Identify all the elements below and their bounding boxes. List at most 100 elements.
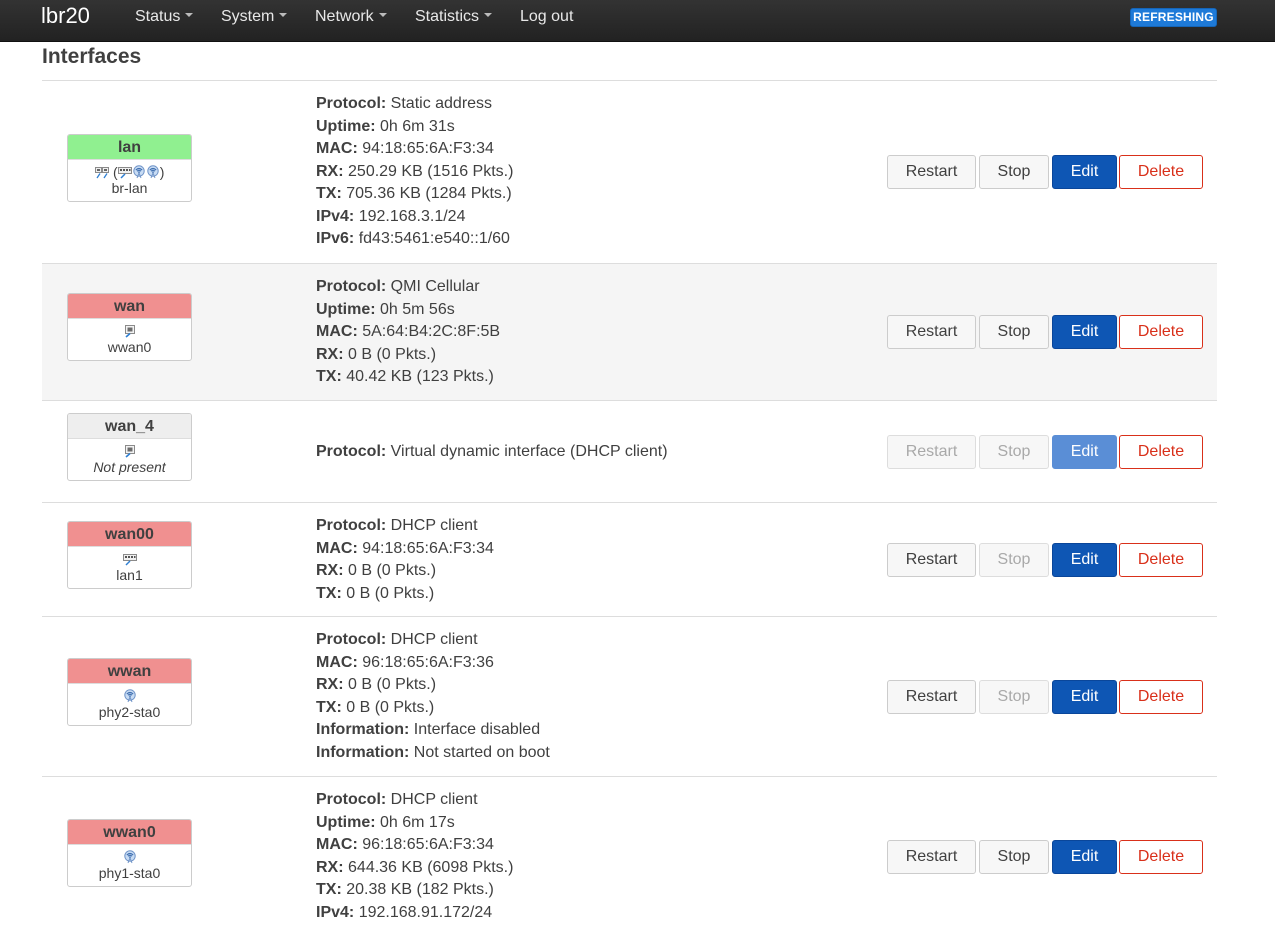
- restart-button[interactable]: Restart: [887, 840, 976, 874]
- interface-name: lan: [68, 135, 191, 160]
- interface-row-wwan0: wwan0 phy1-sta0 Protocol: DHCP client Up…: [42, 777, 1217, 939]
- interface-icons: [68, 319, 191, 339]
- nav-menu-label: Network: [315, 8, 374, 25]
- restart-button[interactable]: Restart: [887, 155, 976, 189]
- detail-line: Protocol: QMI Cellular: [316, 278, 480, 295]
- stop-button[interactable]: Stop: [979, 315, 1049, 349]
- interface-details: Protocol: DHCP client Uptime: 0h 6m 17s …: [316, 789, 513, 924]
- detail-line: RX: 644.36 KB (6098 Pkts.): [316, 858, 514, 876]
- detail-line: IPv6: fd43:5461:e540::1/60: [316, 230, 510, 247]
- delete-button[interactable]: Delete: [1119, 543, 1203, 577]
- interface-row-lan: lan () br-lan Protocol: Static address U…: [42, 81, 1217, 264]
- top-navbar: lbr20 Status System Network Statistics L…: [0, 0, 1275, 42]
- nav-menu-label: System: [221, 8, 275, 25]
- restart-button[interactable]: Restart: [887, 315, 976, 349]
- detail-line: Protocol: DHCP client: [316, 517, 478, 534]
- nav-menu-label: Status: [135, 8, 181, 25]
- ethernet-port-icon: [123, 324, 137, 338]
- interface-details: Protocol: DHCP client MAC: 94:18:65:6A:F…: [316, 515, 494, 605]
- detail-line: Uptime: 0h 6m 17s: [316, 813, 455, 831]
- caret-down-icon: [279, 12, 288, 17]
- detail-line: TX: 40.42 KB (123 Pkts.): [316, 368, 494, 385]
- detail-line: RX: 0 B (0 Pkts.): [316, 676, 437, 693]
- stop-button[interactable]: Stop: [979, 435, 1049, 469]
- interface-icons: [68, 547, 191, 567]
- interface-badge-wan00: wan00 lan1: [67, 521, 192, 589]
- detail-line: MAC: 94:18:65:6A:F3:34: [316, 539, 494, 557]
- interface-device: phy2-sta0: [98, 704, 161, 720]
- detail-line: TX: 705.36 KB (1284 Pkts.): [316, 185, 512, 202]
- detail-line: IPv4: 192.168.91.172/24: [316, 903, 493, 921]
- edit-button[interactable]: Edit: [1052, 680, 1117, 714]
- stop-button[interactable]: Stop: [979, 840, 1049, 874]
- delete-button[interactable]: Delete: [1119, 435, 1203, 469]
- interface-row-wan00: wan00 lan1 Protocol: DHCP client MAC: 94…: [42, 503, 1217, 617]
- interface-name: wan: [68, 294, 191, 319]
- nav-menu-status[interactable]: Status: [135, 8, 194, 26]
- interface-row-wan_4: wan_4 Not present Protocol: Virtual dyna…: [42, 401, 1217, 503]
- interface-icons: (): [68, 160, 191, 180]
- interface-actions: Restart Stop Edit Delete: [887, 435, 1207, 469]
- detail-line: Protocol: Virtual dynamic interface (DHC…: [316, 443, 668, 460]
- brand-logo[interactable]: lbr20: [41, 2, 90, 30]
- interface-actions: Restart Stop Edit Delete: [887, 840, 1207, 874]
- interface-actions: Restart Stop Edit Delete: [887, 680, 1207, 714]
- bridge-icon: [95, 165, 109, 179]
- caret-down-icon: [378, 12, 387, 17]
- nav-menu-statistics[interactable]: Statistics: [415, 8, 493, 26]
- interface-icons: [68, 845, 191, 865]
- delete-button[interactable]: Delete: [1119, 315, 1203, 349]
- nav-menu-network[interactable]: Network: [315, 8, 387, 26]
- interface-actions: Restart Stop Edit Delete: [887, 155, 1207, 189]
- interface-device: wwan0: [107, 339, 152, 355]
- ethernet-switch-icon: [123, 552, 137, 566]
- stop-button[interactable]: Stop: [979, 680, 1049, 714]
- edit-button[interactable]: Edit: [1052, 155, 1117, 189]
- edit-button[interactable]: Edit: [1052, 543, 1117, 577]
- wifi-icon: [132, 165, 146, 179]
- restart-button[interactable]: Restart: [887, 680, 976, 714]
- interface-badge-wan: wan wwan0: [67, 293, 192, 361]
- interface-icons: [68, 439, 191, 459]
- stop-button[interactable]: Stop: [979, 543, 1049, 577]
- edit-button[interactable]: Edit: [1052, 840, 1117, 874]
- ethernet-port-icon: [123, 444, 137, 458]
- restart-button[interactable]: Restart: [887, 543, 976, 577]
- delete-button[interactable]: Delete: [1119, 840, 1203, 874]
- edit-button[interactable]: Edit: [1052, 435, 1117, 469]
- interface-icons: [68, 684, 191, 704]
- detail-line: MAC: 96:18:65:6A:F3:36: [316, 653, 494, 671]
- refreshing-badge[interactable]: REFRESHING: [1130, 8, 1217, 27]
- caret-down-icon: [484, 12, 493, 17]
- ethernet-switch-icon: [118, 165, 132, 179]
- nav-menu-system[interactable]: System: [221, 8, 288, 26]
- detail-line: IPv4: 192.168.3.1/24: [316, 207, 466, 225]
- interface-badge-wwan0: wwan0 phy1-sta0: [67, 819, 192, 887]
- interface-badge-lan: lan () br-lan: [67, 134, 192, 202]
- interface-details: Protocol: Virtual dynamic interface (DHC…: [316, 441, 668, 464]
- nav-logout-link[interactable]: Log out: [520, 8, 573, 26]
- detail-line: TX: 20.38 KB (182 Pkts.): [316, 881, 494, 898]
- wifi-icon: [123, 850, 137, 864]
- interface-details: Protocol: DHCP client MAC: 96:18:65:6A:F…: [316, 629, 550, 764]
- interface-details: Protocol: Static address Uptime: 0h 6m 3…: [316, 93, 513, 251]
- edit-button[interactable]: Edit: [1052, 315, 1117, 349]
- detail-line: Protocol: DHCP client: [316, 631, 478, 648]
- interface-row-wwan: wwan phy2-sta0 Protocol: DHCP client MAC…: [42, 617, 1217, 777]
- detail-line: TX: 0 B (0 Pkts.): [316, 584, 435, 602]
- detail-line: Uptime: 0h 6m 31s: [316, 117, 455, 135]
- detail-line: MAC: 94:18:65:6A:F3:34: [316, 140, 494, 157]
- detail-line: TX: 0 B (0 Pkts.): [316, 698, 435, 716]
- interface-name: wan_4: [68, 414, 191, 439]
- interface-device: lan1: [116, 567, 143, 583]
- delete-button[interactable]: Delete: [1119, 155, 1203, 189]
- detail-line: RX: 0 B (0 Pkts.): [316, 345, 437, 363]
- interface-device: br-lan: [111, 180, 148, 196]
- detail-line: Protocol: DHCP client: [316, 791, 478, 808]
- stop-button[interactable]: Stop: [979, 155, 1049, 189]
- interface-name: wwan: [68, 659, 191, 684]
- restart-button[interactable]: Restart: [887, 435, 976, 469]
- detail-line: MAC: 5A:64:B4:2C:8F:5B: [316, 323, 501, 340]
- delete-button[interactable]: Delete: [1119, 680, 1203, 714]
- interface-name: wwan0: [68, 820, 191, 845]
